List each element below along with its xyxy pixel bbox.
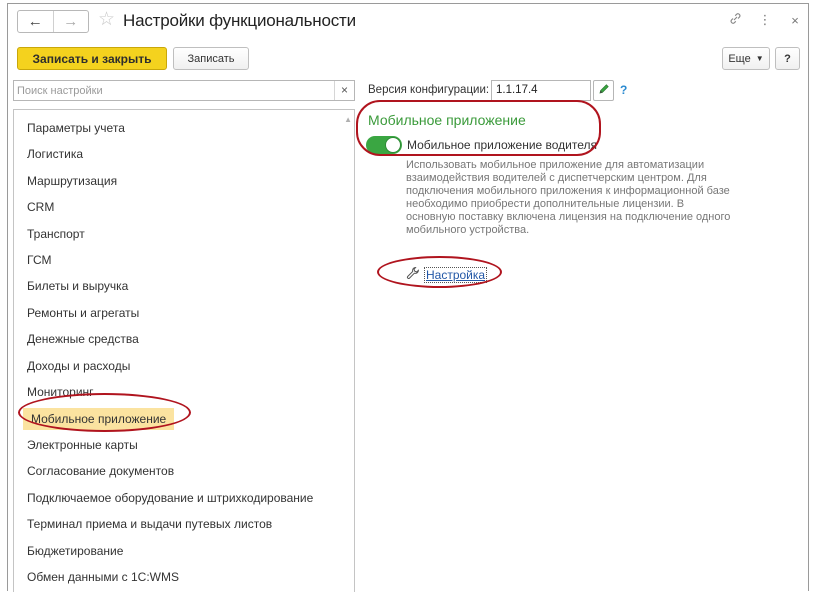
- clear-icon[interactable]: ×: [334, 81, 354, 100]
- section-item[interactable]: ГСМ: [27, 253, 52, 267]
- arrow-right-icon[interactable]: →: [52, 11, 89, 32]
- section-item[interactable]: Обмен данными с 1С:WMS: [27, 570, 179, 584]
- section-item[interactable]: Билеты и выручка: [27, 279, 128, 293]
- toggle-label[interactable]: Мобильное приложение водителя: [407, 138, 597, 152]
- section-item[interactable]: Мониторинг: [27, 385, 94, 399]
- version-label: Версия конфигурации:: [368, 84, 490, 96]
- section-item[interactable]: CRM: [27, 200, 54, 214]
- save-and-close-button[interactable]: Записать и закрыть: [17, 47, 167, 70]
- window-title: Настройки функциональности: [123, 11, 356, 30]
- section-item[interactable]: Денежные средства: [27, 332, 139, 346]
- toggle-knob: [385, 137, 401, 153]
- link-icon[interactable]: [728, 12, 742, 28]
- driver-app-toggle[interactable]: [366, 136, 402, 154]
- search-box: ×: [13, 80, 355, 101]
- section-item[interactable]: Электронные карты: [27, 438, 138, 452]
- section-item[interactable]: Транспорт: [27, 227, 85, 241]
- section-item[interactable]: Бюджетирование: [27, 544, 123, 558]
- version-field[interactable]: 1.1.17.4: [491, 80, 591, 101]
- section-item[interactable]: Ремонты и агрегаты: [27, 306, 139, 320]
- nav-buttons: ← →: [17, 10, 89, 33]
- more-label: Еще: [728, 52, 751, 65]
- edit-version-button[interactable]: [593, 80, 614, 101]
- section-item[interactable]: Параметры учета: [27, 121, 125, 135]
- close-icon[interactable]: ×: [788, 13, 802, 28]
- title-bar-actions: ⋮ ×: [728, 12, 802, 28]
- more-button[interactable]: Еще ▼: [722, 47, 770, 70]
- help-question-icon[interactable]: ?: [620, 83, 627, 97]
- panel-description: Использовать мобильное приложение для ав…: [406, 159, 731, 236]
- section-item[interactable]: Терминал приема и выдачи путевых листов: [27, 517, 272, 531]
- star-icon[interactable]: ☆: [98, 9, 115, 31]
- section-list: ▲ Параметры учета Логистика Маршрутизаци…: [13, 109, 355, 592]
- title-bar: ← → ☆ Настройки функциональности ⋮ ×: [8, 4, 808, 38]
- section-item[interactable]: Подключаемое оборудование и штрихкодиров…: [27, 491, 313, 505]
- scroll-up-icon[interactable]: ▲: [344, 115, 352, 124]
- chevron-down-icon: ▼: [755, 54, 764, 63]
- section-item[interactable]: Доходы и расходы: [27, 359, 130, 373]
- panel-title: Мобильное приложение: [368, 112, 526, 128]
- settings-window: ← → ☆ Настройки функциональности ⋮ × Зап…: [7, 3, 809, 592]
- setup-link[interactable]: Настройка: [406, 266, 488, 283]
- section-item[interactable]: Маршрутизация: [27, 174, 117, 188]
- command-bar: Записать и закрыть Записать Еще ▼ ?: [8, 47, 808, 73]
- section-item-selected[interactable]: Мобильное приложение: [23, 408, 175, 430]
- setup-link-label[interactable]: Настройка: [424, 266, 488, 283]
- more-vertical-icon[interactable]: ⋮: [758, 12, 772, 28]
- wrench-icon: [406, 266, 420, 283]
- help-button[interactable]: ?: [775, 47, 800, 70]
- arrow-left-icon[interactable]: ←: [18, 11, 53, 32]
- save-button[interactable]: Записать: [173, 47, 249, 70]
- section-item[interactable]: Согласование документов: [27, 464, 174, 478]
- section-item[interactable]: Логистика: [27, 147, 83, 161]
- pencil-icon: [598, 83, 610, 98]
- search-input[interactable]: [14, 81, 334, 100]
